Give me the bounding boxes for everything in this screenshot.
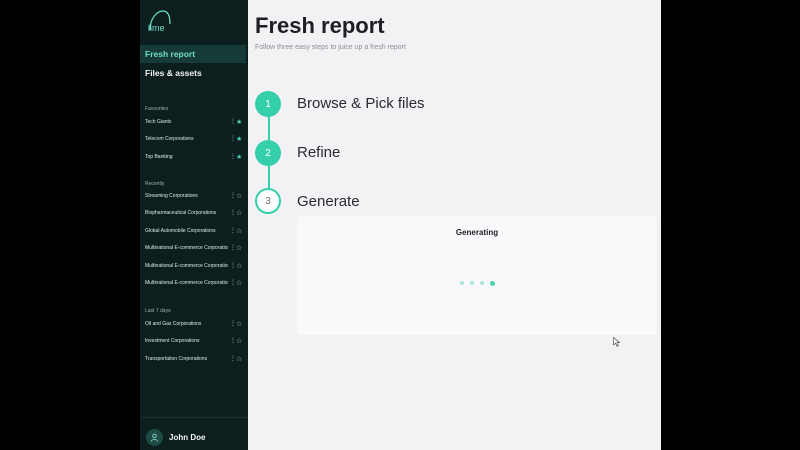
list-item[interactable]: Transportation Corporations ⋮ ☆ [140,351,248,368]
list-item[interactable]: Streaming Corporations ⋮ ☆ [140,188,248,205]
list-item[interactable]: Multinational E-commerce Corporations ⋮ … [140,240,248,257]
favourites-list: Tech Giants ⋮ ★ Telecom Corporations ⋮ ★… [140,114,248,166]
recently-list: Streaming Corporations ⋮ ☆ Biopharmaceut… [140,188,248,292]
user-profile[interactable]: John Doe [140,417,248,450]
generating-title: Generating [455,228,499,237]
section-label-last-7-days: Last 7 days [145,308,171,314]
star-outline-icon[interactable]: ☆ [236,205,242,222]
step-2-label[interactable]: Refine [297,144,340,161]
list-item[interactable]: Top Banking ⋮ ★ [140,149,248,166]
user-name: John Doe [169,433,206,442]
step-2-circle[interactable]: 2 [255,140,281,166]
star-outline-icon[interactable]: ☆ [236,351,242,368]
step-1-label[interactable]: Browse & Pick files [297,95,425,112]
lime-logo[interactable]: lime [147,8,171,33]
logo-text: lime [148,23,165,32]
generating-card: Generating [297,216,657,335]
star-outline-icon[interactable]: ☆ [236,223,242,240]
mouse-cursor-icon [613,337,621,347]
star-filled-icon[interactable]: ★ [236,131,242,148]
section-label-favourites: Favourites [145,106,169,112]
list-item[interactable]: Multinational E-commerce Corporations ⋮ … [140,258,248,275]
list-item[interactable]: Oil and Gas Corporations ⋮ ☆ [140,316,248,333]
step-3-label[interactable]: Generate [297,193,360,210]
last-7-days-list: Oil and Gas Corporations ⋮ ☆ Investment … [140,316,248,368]
list-item[interactable]: Telecom Corporations ⋮ ★ [140,131,248,148]
section-label-recently: Recently [145,181,165,187]
star-filled-icon[interactable]: ★ [236,114,242,131]
user-icon [150,433,159,442]
star-outline-icon[interactable]: ☆ [236,240,242,257]
app-window: lime Fresh report Files & assets Favouri… [140,0,661,450]
sidebar: lime Fresh report Files & assets Favouri… [140,0,248,450]
nav-item-files-assets[interactable]: Files & assets [140,64,246,82]
star-outline-icon[interactable]: ☆ [236,258,242,275]
list-item[interactable]: Multinational E-commerce Corporations ⋮ … [140,275,248,292]
main-content: Fresh report Follow three easy steps to … [248,0,661,450]
star-filled-icon[interactable]: ★ [236,149,242,166]
star-outline-icon[interactable]: ☆ [236,275,242,292]
star-outline-icon[interactable]: ☆ [236,316,242,333]
list-item[interactable]: Investment Corporations ⋮ ☆ [140,333,248,350]
avatar[interactable] [146,429,163,446]
list-item[interactable]: Global Automobile Corporations ⋮ ☆ [140,223,248,240]
main-nav: Fresh report Files & assets [140,45,246,83]
list-item[interactable]: Tech Giants ⋮ ★ [140,114,248,131]
star-outline-icon[interactable]: ☆ [236,188,242,205]
step-3-circle[interactable]: 3 [255,188,281,214]
page-title: Fresh report [255,13,385,38]
star-outline-icon[interactable]: ☆ [236,333,242,350]
list-item[interactable]: Biopharmaceutical Corporations ⋮ ☆ [140,205,248,222]
page-subtitle: Follow three easy steps to juice up a fr… [255,44,406,51]
loading-dots-icon [460,279,501,287]
step-1-circle[interactable]: 1 [255,91,281,117]
nav-item-fresh-report[interactable]: Fresh report [140,45,246,63]
